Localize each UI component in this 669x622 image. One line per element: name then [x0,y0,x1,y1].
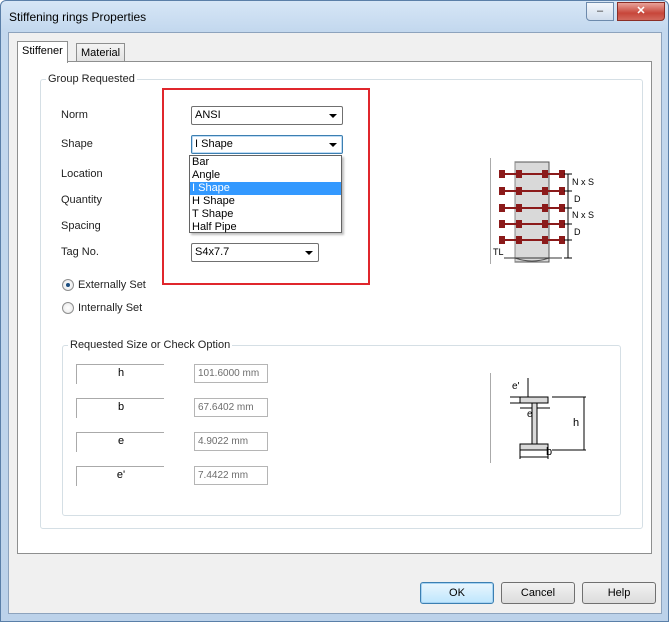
e-prime-field: e' [76,466,164,486]
chevron-down-icon [329,114,337,118]
tag-no-value: S4x7.7 [195,246,230,258]
shape-option-half-pipe[interactable]: Half Pipe [190,221,341,234]
internally-set-label[interactable]: Internally Set [78,302,142,314]
e-field: e [76,432,164,452]
tab-material[interactable]: Material [76,43,126,62]
ok-button[interactable]: OK [420,582,494,604]
shape-option-angle[interactable]: Angle [190,169,341,182]
requested-size-title: Requested Size or Check Option [68,339,233,351]
nxs-label-2: N x S [572,210,594,220]
shape-dropdown-list[interactable]: Bar Angle I Shape H Shape T Shape Half P… [189,155,342,233]
i-shape-diagram: e' e h b [490,373,586,463]
norm-select[interactable]: ANSI [191,106,343,125]
shape-select[interactable]: I Shape [191,135,343,154]
minimize-button[interactable]: – [586,2,614,21]
chevron-down-icon [305,251,313,255]
help-button[interactable]: Help [582,582,656,604]
stiffener-layout-diagram: N x S D N x S D TL [490,158,595,264]
h-dim-label: h [573,417,579,429]
b-value[interactable]: 67.6402 mm [194,398,268,417]
title-bar[interactable]: Stiffening rings Properties – ✕ [1,1,668,33]
shape-option-t-shape[interactable]: T Shape [190,208,341,221]
e-field-label: e [117,435,125,447]
location-label: Location [61,168,103,180]
group-requested-title: Group Requested [46,73,137,85]
e-prime-dim-label: e' [512,381,520,392]
spacing-label: Spacing [61,220,101,232]
b-field: b [76,398,164,418]
externally-set-radio[interactable] [62,279,74,291]
e-dim-label: e [527,409,533,420]
b-field-label: b [117,401,125,413]
shape-option-bar[interactable]: Bar [190,156,341,169]
h-value[interactable]: 101.6000 mm [194,364,268,383]
h-field: h [76,364,164,384]
norm-label: Norm [61,109,88,121]
b-dim-label: b [546,446,552,458]
h-field-label: h [117,367,125,379]
e-value[interactable]: 4.9022 mm [194,432,268,451]
tag-no-label: Tag No. [61,246,99,258]
chevron-down-icon [329,143,337,147]
tl-label: TL [493,247,504,257]
cancel-button[interactable]: Cancel [501,582,575,604]
nxs-label-1: N x S [572,177,594,187]
dialog-client: Stiffener Material Group Requested Norm … [8,32,662,614]
window-title: Stiffening rings Properties [9,10,147,24]
internally-set-radio[interactable] [62,302,74,314]
dialog-window: Stiffening rings Properties – ✕ Stiffene… [0,0,669,622]
shape-label: Shape [61,138,93,150]
tab-stiffener[interactable]: Stiffener [17,41,68,63]
stiffener-panel: Group Requested Norm ANSI Shape I Shape … [17,61,652,554]
d-label-2: D [574,227,581,237]
d-label-1: D [574,194,581,204]
tag-no-select[interactable]: S4x7.7 [191,243,319,262]
shape-value: I Shape [195,138,233,150]
shape-option-i-shape[interactable]: I Shape [190,182,341,195]
e-prime-field-label: e' [116,469,126,481]
shape-option-h-shape[interactable]: H Shape [190,195,341,208]
close-button[interactable]: ✕ [617,2,665,21]
externally-set-label[interactable]: Externally Set [78,279,146,291]
norm-value: ANSI [195,109,221,121]
quantity-label: Quantity [61,194,102,206]
e-prime-value[interactable]: 7.4422 mm [194,466,268,485]
